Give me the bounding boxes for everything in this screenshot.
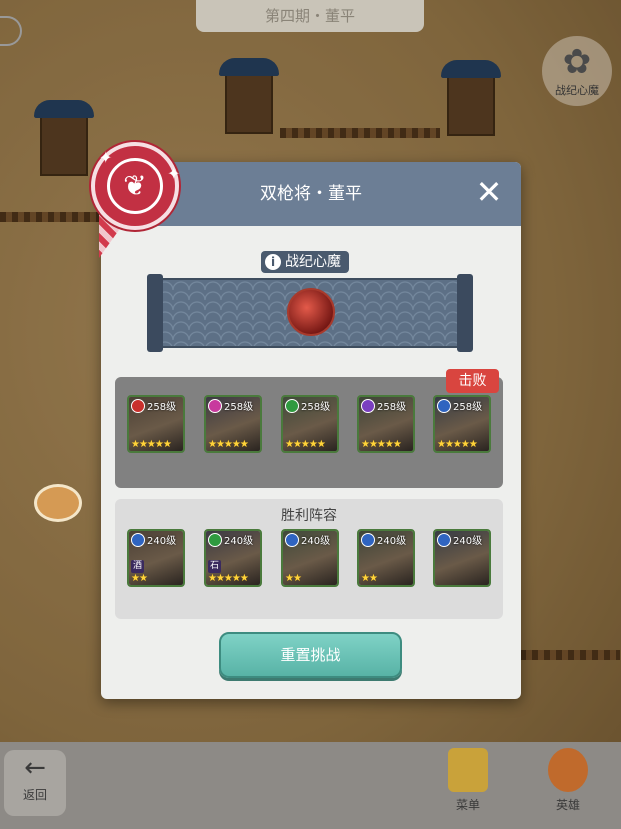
moon-element-icon [361, 399, 375, 413]
water-element-icon [361, 533, 375, 547]
hero-stars: ★★★★★ [208, 439, 249, 450]
map-side-arrow[interactable] [34, 484, 82, 522]
map-tower [219, 58, 279, 134]
hero-card[interactable]: 258级 ★★★★★ [281, 395, 339, 453]
menu-scroll-icon [448, 748, 488, 792]
menu-label: 菜单 [455, 798, 480, 812]
wood-element-icon [285, 399, 299, 413]
demon-orb-icon[interactable] [287, 288, 335, 336]
hero-card[interactable]: 258级 ★★★★★ [204, 395, 262, 453]
hero-level: 258级 [147, 402, 177, 413]
back-arrow-icon: ← [24, 753, 46, 783]
water-element-icon [437, 399, 451, 413]
hero-card[interactable]: 240级 ★★ [357, 529, 415, 587]
menu-button[interactable]: 菜单 [440, 748, 496, 818]
enemy-team-panel: 258级 ★★★★★ 258级 ★★★★★ 258级 ★★★★★ 258级 ★★★★★ 258级… [115, 377, 503, 488]
scroll-rod-right [457, 274, 473, 352]
demon-label-text: 战纪心魔 [285, 254, 341, 270]
hero-level: 240级 [453, 536, 483, 547]
hero-level: 258级 [224, 402, 254, 413]
boss-dialog: 双枪将・董平 ✕ ❦ ✦ ✦ i 战纪心魔 击败 258级 ★★★★★ 258级 ★★★… [91, 142, 521, 699]
back-button[interactable]: ← 返回 [4, 750, 66, 816]
heart-demon-icon: ✿ [562, 42, 592, 82]
map-fence [520, 650, 620, 660]
hero-level: 240级 [147, 536, 177, 547]
water-element-icon [131, 533, 145, 547]
hero-label: 英雄 [555, 798, 580, 812]
hero-card[interactable]: 240级石 ★★★★★ [204, 529, 262, 587]
hero-card[interactable]: 240级酒 ★★ [127, 529, 185, 587]
hero-stars: ★★ [131, 573, 148, 584]
map-tower [34, 100, 94, 176]
hero-rooster-icon [548, 748, 588, 792]
stage-title: 第四期・董平 [196, 0, 424, 32]
knot-icon: ❦ [107, 158, 163, 214]
map-fence [0, 212, 100, 222]
hero-stars: ★★★★★ [131, 439, 172, 450]
hero-level: 258级 [453, 402, 483, 413]
scroll-rod-left [147, 274, 163, 352]
water-element-icon [437, 533, 451, 547]
sparkle-icon: ✦ [99, 148, 113, 167]
hero-card[interactable]: 258级 ★★★★★ [433, 395, 491, 453]
sparkle-icon: ✦ [167, 164, 181, 183]
demon-scroll [147, 274, 473, 352]
info-icon[interactable]: i [265, 254, 281, 270]
heart-element-icon [208, 399, 222, 413]
hero-tag: 石 [208, 560, 221, 573]
close-icon[interactable]: ✕ [469, 172, 509, 212]
hero-level: 258级 [377, 402, 407, 413]
demon-record-button[interactable]: ✿ 战纪心魔 [542, 36, 612, 106]
hero-stars: ★★★★★ [285, 439, 326, 450]
hero-level: 258级 [301, 402, 331, 413]
hero-card[interactable]: 240级 ★★ [281, 529, 339, 587]
map-fence [280, 128, 440, 138]
defeat-tag: 击败 [446, 369, 499, 393]
back-label: 返回 [22, 788, 47, 802]
hero-card[interactable]: 258级 ★★★★★ [127, 395, 185, 453]
hero-level: 240级 [301, 536, 331, 547]
hero-stars: ★★★★★ [361, 439, 402, 450]
hero-stars: ★★ [361, 573, 378, 584]
hero-tag: 酒 [131, 560, 144, 573]
hero-card[interactable]: 258级 ★★★★★ [357, 395, 415, 453]
bottom-bar [0, 742, 621, 829]
hero-stars: ★★ [285, 573, 302, 584]
hero-card[interactable]: 240级 [433, 529, 491, 587]
map-tower [441, 60, 501, 136]
hero-level: 240级 [377, 536, 407, 547]
hero-level: 240级 [224, 536, 254, 547]
water-element-icon [285, 533, 299, 547]
wood-element-icon [208, 533, 222, 547]
demon-label: i 战纪心魔 [261, 251, 349, 273]
reset-challenge-button[interactable]: 重置挑战 [219, 632, 402, 678]
hero-stars: ★★★★★ [437, 439, 478, 450]
demon-record-label: 战纪心魔 [555, 84, 599, 97]
hero-button[interactable]: 英雄 [540, 748, 596, 818]
hero-stars: ★★★★★ [208, 573, 249, 584]
victory-title: 胜利阵容 [281, 508, 337, 524]
victory-team-panel: 胜利阵容 240级酒 ★★ 240级石 ★★★★★ 240级 ★★ 240级 ★★ 240级 [115, 499, 503, 619]
fire-element-icon [131, 399, 145, 413]
